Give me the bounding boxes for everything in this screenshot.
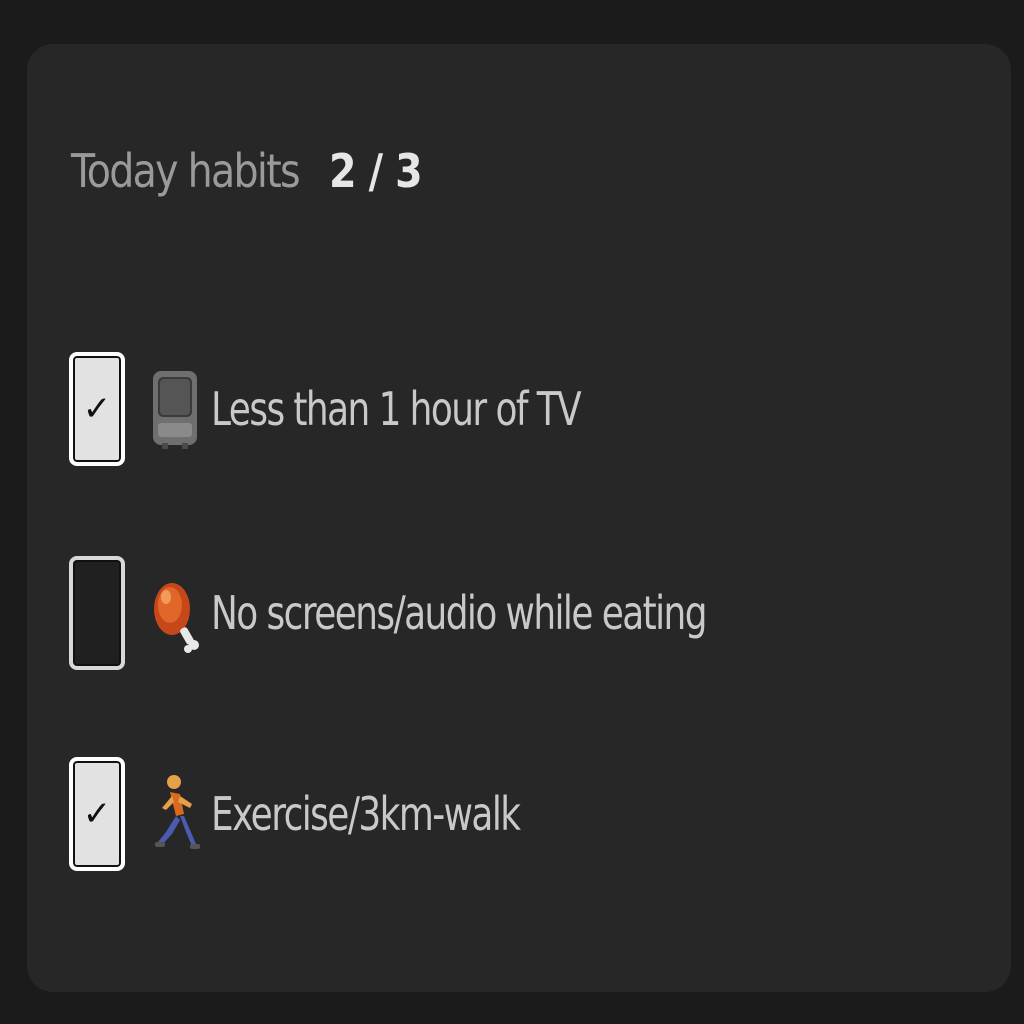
television-icon <box>147 364 203 454</box>
checkmark-icon: ✓ <box>82 794 112 834</box>
habit-item-tv[interactable]: ✓ Less than 1 hour of TV <box>69 347 684 471</box>
habit-checkbox-exercise[interactable]: ✓ <box>69 757 125 871</box>
habits-card: Today habits 2 / 3 ✓ Less than 1 hour of… <box>27 44 1011 992</box>
habit-item-eating[interactable]: No screens/audio while eating <box>69 551 846 675</box>
meat-on-bone-icon <box>147 568 203 658</box>
habit-item-exercise[interactable]: ✓ Exercise/3km-walk <box>69 752 606 876</box>
habits-progress-count: 2 / 3 <box>329 144 423 198</box>
habit-label: Less than 1 hour of TV <box>211 382 582 436</box>
habit-checkbox-tv[interactable]: ✓ <box>69 352 125 466</box>
habits-header: Today habits 2 / 3 <box>71 144 437 198</box>
checkmark-icon: ✓ <box>82 389 112 429</box>
habit-label: No screens/audio while eating <box>211 586 708 640</box>
running-person-icon <box>147 769 203 859</box>
habits-title: Today habits <box>71 144 301 198</box>
habit-checkbox-eating[interactable] <box>69 556 125 670</box>
habit-label: Exercise/3km-walk <box>211 787 521 841</box>
